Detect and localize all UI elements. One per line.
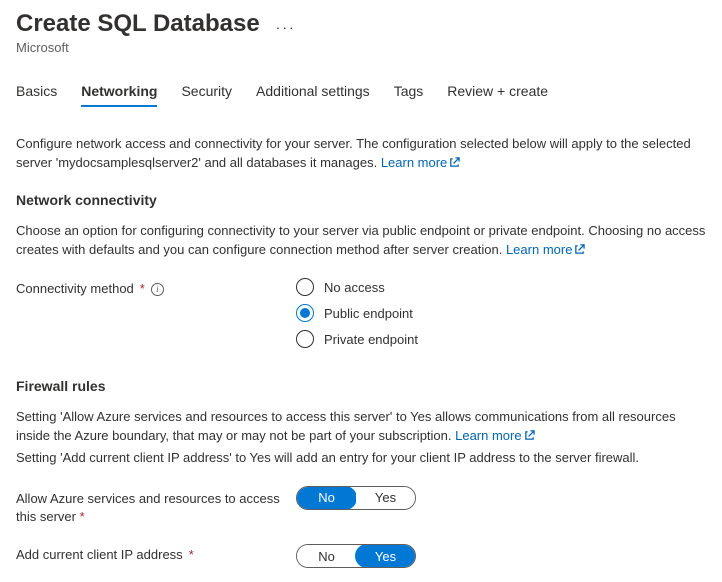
tab-review-create[interactable]: Review + create — [447, 83, 548, 107]
connectivity-method-label: Connectivity method * i — [16, 278, 296, 298]
network-learn-more-link[interactable]: Learn more — [506, 242, 585, 257]
required-indicator: * — [80, 509, 85, 524]
toggle-yes[interactable]: Yes — [356, 487, 415, 509]
intro-text: Configure network access and connectivit… — [16, 135, 706, 174]
tab-additional-settings[interactable]: Additional settings — [256, 83, 370, 107]
firewall-learn-more-link[interactable]: Learn more — [455, 428, 534, 443]
add-client-ip-label: Add current client IP address * — [16, 544, 296, 564]
radio-public-endpoint[interactable]: Public endpoint — [296, 304, 418, 322]
radio-no-access[interactable]: No access — [296, 278, 418, 296]
external-link-icon — [574, 242, 585, 261]
tab-bar: Basics Networking Security Additional se… — [16, 83, 706, 107]
network-connectivity-heading: Network connectivity — [16, 192, 706, 208]
allow-azure-label: Allow Azure services and resources to ac… — [16, 486, 296, 526]
firewall-desc-2: Setting 'Add current client IP address' … — [16, 449, 706, 468]
radio-icon — [296, 330, 314, 348]
required-indicator: * — [189, 546, 194, 564]
tab-basics[interactable]: Basics — [16, 83, 57, 107]
intro-learn-more-link[interactable]: Learn more — [381, 155, 460, 170]
connectivity-radio-group: No access Public endpoint Private endpoi… — [296, 278, 418, 348]
allow-azure-toggle[interactable]: No Yes — [296, 486, 416, 510]
toggle-no[interactable]: No — [297, 545, 356, 567]
tab-tags[interactable]: Tags — [394, 83, 424, 107]
page-title: Create SQL Database — [16, 10, 260, 38]
radio-private-endpoint[interactable]: Private endpoint — [296, 330, 418, 348]
publisher-label: Microsoft — [16, 40, 706, 55]
more-actions-button[interactable]: ··· — [276, 19, 296, 35]
required-indicator: * — [140, 280, 145, 298]
firewall-desc-1: Setting 'Allow Azure services and resour… — [16, 408, 706, 447]
tab-networking[interactable]: Networking — [81, 83, 157, 107]
add-client-ip-toggle[interactable]: No Yes — [296, 544, 416, 568]
firewall-rules-heading: Firewall rules — [16, 378, 706, 394]
network-desc: Choose an option for configuring connect… — [16, 222, 706, 261]
tab-security[interactable]: Security — [181, 83, 232, 107]
toggle-yes[interactable]: Yes — [355, 544, 416, 568]
external-link-icon — [524, 428, 535, 447]
external-link-icon — [449, 155, 460, 174]
toggle-no[interactable]: No — [296, 486, 357, 510]
radio-icon — [296, 278, 314, 296]
radio-icon — [296, 304, 314, 322]
info-icon[interactable]: i — [151, 283, 164, 296]
